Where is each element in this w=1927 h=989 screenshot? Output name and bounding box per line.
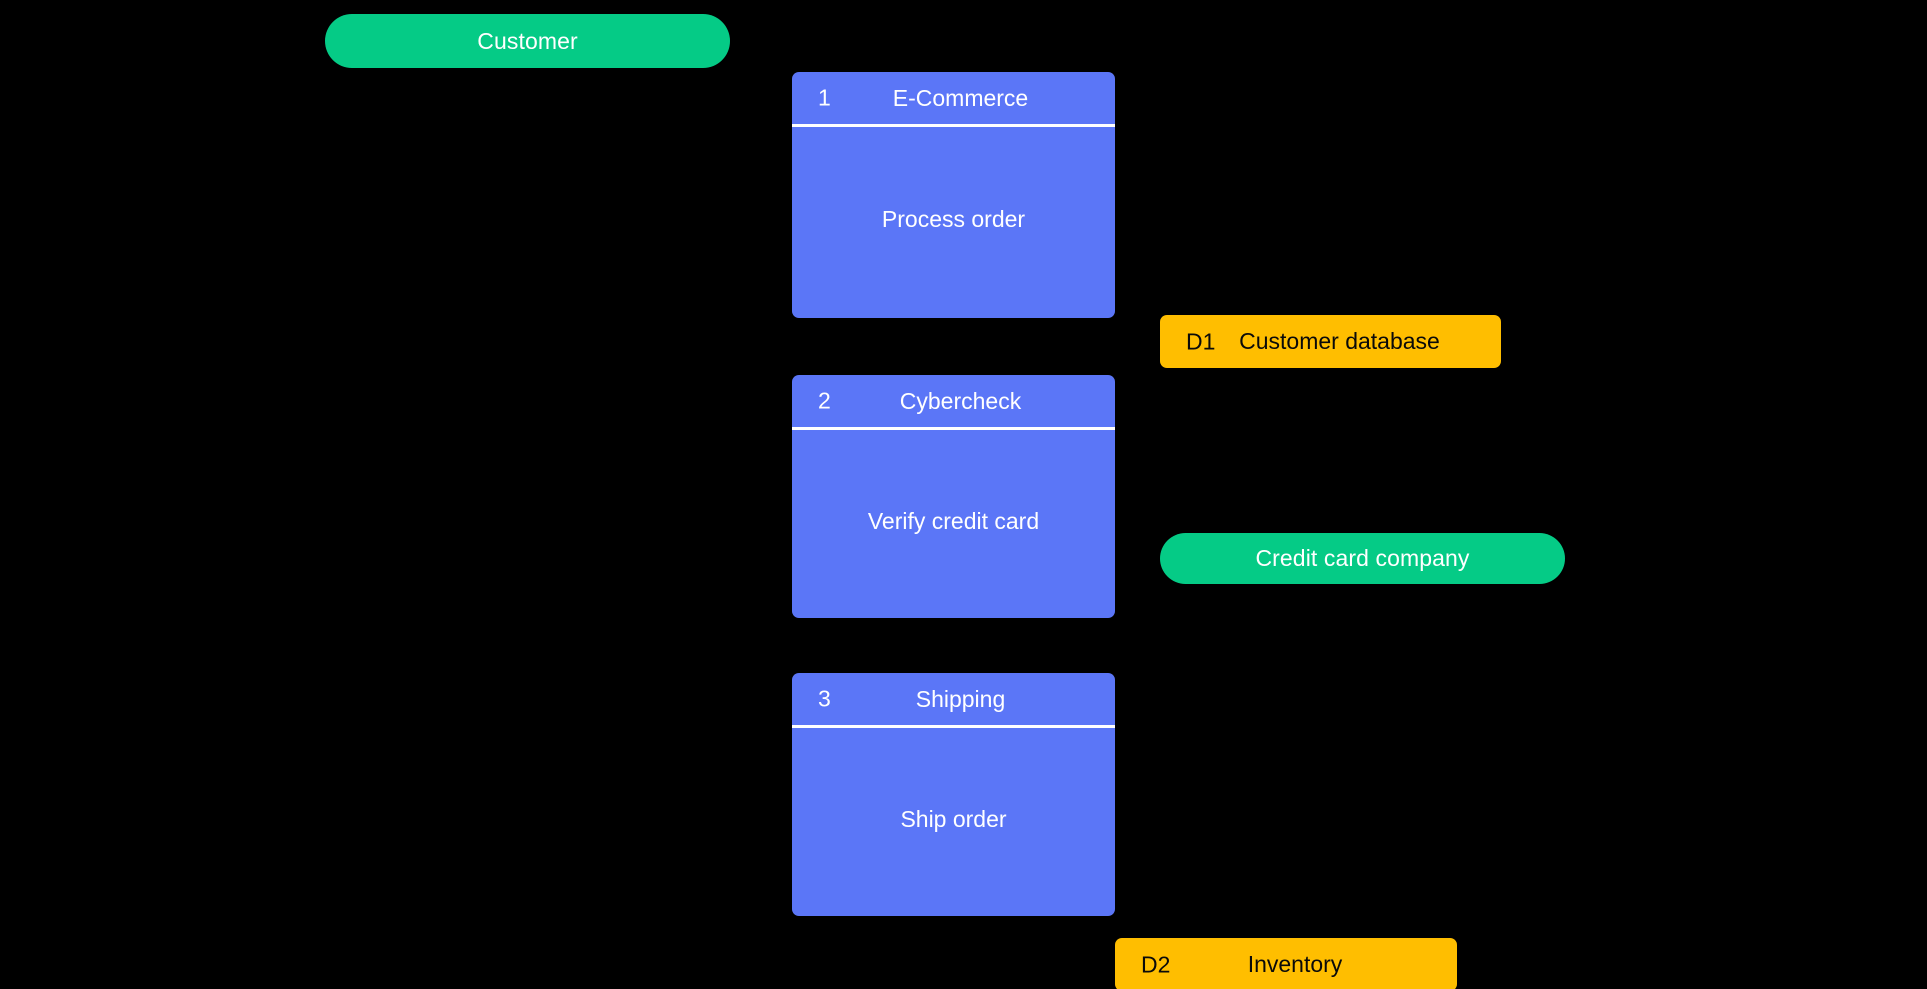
process-shipping-action: Ship order [900, 805, 1007, 832]
external-entity-credit-card-company[interactable]: Credit card company [1160, 533, 1565, 584]
process-ecommerce-header: 1 E-Commerce [792, 72, 1115, 127]
edge-ecommerce-to-customer-database [1114, 254, 1161, 317]
process-shipping-name: Shipping [915, 685, 1006, 712]
process-shipping-number: 3 [818, 685, 831, 712]
process-cybercheck-name: Cybercheck [899, 387, 1022, 414]
data-store-inventory-id: D2 [1141, 951, 1171, 977]
diagram-canvas: Customer 1 E-Commerce Process order D1 C… [0, 0, 1927, 989]
process-cybercheck[interactable]: 2 Cybercheck Verify credit card [792, 375, 1115, 618]
data-store-customer-database[interactable]: D1 Customer database [1160, 315, 1501, 368]
process-cybercheck-number: 2 [818, 387, 831, 414]
process-ecommerce-action: Process order [881, 206, 1026, 232]
process-ecommerce-number: 1 [818, 84, 831, 111]
process-cybercheck-action: Verify credit card [867, 507, 1040, 534]
process-cybercheck-header: 2 Cybercheck [792, 375, 1115, 430]
process-ecommerce-name: E-Commerce [892, 84, 1029, 111]
data-store-customer-database-id: D1 [1186, 328, 1216, 354]
process-shipping[interactable]: 3 Shipping Ship order [792, 673, 1115, 916]
process-ecommerce[interactable]: 1 E-Commerce Process order [792, 72, 1115, 318]
external-entity-customer-label: Customer [477, 27, 578, 54]
external-entity-customer[interactable]: Customer [325, 14, 730, 68]
external-entity-credit-card-company-label: Credit card company [1255, 545, 1470, 571]
process-shipping-header: 3 Shipping [792, 673, 1115, 728]
edge-shipping-to-inventory [1114, 854, 1290, 939]
data-store-inventory[interactable]: D2 Inventory [1115, 938, 1457, 989]
edge-customer-to-ecommerce [729, 40, 793, 112]
edge-cybercheck-to-credit-card-company [1114, 497, 1162, 534]
edge-ecommerce-to-customer [526, 66, 792, 151]
